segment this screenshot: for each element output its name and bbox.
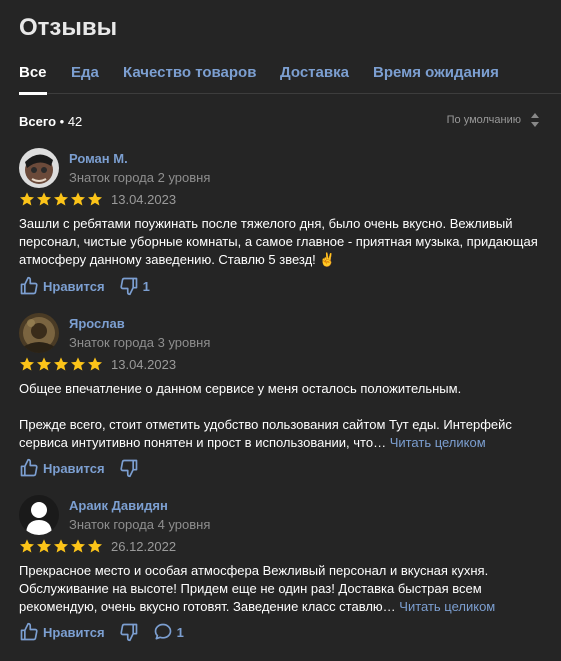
tab-waiting-time[interactable]: Время ожидания <box>373 64 499 94</box>
star-icon <box>54 357 68 371</box>
star-icon <box>71 539 85 553</box>
author-name[interactable]: Ярослав <box>69 316 125 331</box>
thumbs-down-icon <box>119 623 137 642</box>
comment-button[interactable]: 1 <box>153 622 184 642</box>
dislike-button[interactable] <box>119 458 139 478</box>
star-icon <box>37 357 51 371</box>
star-rating <box>19 356 103 372</box>
total-count: 42 <box>67 114 83 129</box>
star-icon <box>88 192 102 206</box>
thumbs-up-icon <box>20 276 38 295</box>
tab-goods-quality[interactable]: Качество товаров <box>123 64 256 94</box>
review-actions: Нравится <box>19 458 153 478</box>
review-text: Общее впечатление о данном сервисе у мен… <box>19 380 541 452</box>
comment-count: 1 <box>176 624 184 640</box>
star-icon <box>54 539 68 553</box>
sort-label: По умолчанию <box>446 114 521 126</box>
star-icon <box>88 357 102 371</box>
review-text: Зашли с ребятами поужинать после тяжелог… <box>19 215 541 269</box>
like-button[interactable]: Нравится <box>19 276 105 296</box>
review-date: 13.04.2023 <box>111 356 177 372</box>
thumbs-up-icon <box>20 622 38 641</box>
reviews-total: Всего • 42 <box>19 114 82 129</box>
author-name[interactable]: Роман М. <box>69 151 128 166</box>
author-name[interactable]: Араик Давидян <box>69 498 168 513</box>
author-level: Знаток города 2 уровня <box>69 170 211 185</box>
star-rating <box>19 538 103 554</box>
avatar[interactable] <box>19 313 59 353</box>
star-icon <box>71 357 85 371</box>
tab-bar: Все Еда Качество товаров Доставка Время … <box>19 64 561 95</box>
star-icon <box>20 357 34 371</box>
sort-dropdown[interactable]: По умолчанию <box>447 113 539 127</box>
rating-row: 13.04.2023 <box>19 356 176 372</box>
star-icon <box>71 192 85 206</box>
dislike-count: 1 <box>142 278 150 294</box>
like-button[interactable]: Нравится <box>19 622 105 642</box>
tab-food[interactable]: Еда <box>71 64 99 94</box>
star-icon <box>54 192 68 206</box>
thumbs-down-icon <box>119 459 137 478</box>
star-icon <box>37 539 51 553</box>
review-actions: Нравится 1 <box>19 276 164 296</box>
page-title: Отзывы <box>19 14 118 41</box>
read-more-link[interactable]: Читать целиком <box>399 599 495 614</box>
author-level: Знаток города 3 уровня <box>69 335 211 350</box>
review-body: Зашли с ребятами поужинать после тяжелог… <box>19 216 538 267</box>
review-card: Араик Давидян Знаток города 4 уровня 26.… <box>19 495 542 655</box>
star-icon <box>20 539 34 553</box>
review-date: 13.04.2023 <box>111 191 177 207</box>
dislike-button[interactable]: 1 <box>119 276 150 296</box>
star-icon <box>37 192 51 206</box>
review-card: Роман М. Знаток города 2 уровня 13.04.20… <box>19 148 542 298</box>
like-label: Нравится <box>43 460 105 476</box>
thumbs-up-icon <box>20 458 38 477</box>
total-separator: • <box>56 114 68 129</box>
read-more-link[interactable]: Читать целиком <box>390 435 486 450</box>
rating-row: 13.04.2023 <box>19 191 176 207</box>
star-icon <box>88 539 102 553</box>
avatar[interactable] <box>19 148 59 188</box>
sort-arrows-icon <box>531 113 539 127</box>
review-date: 26.12.2022 <box>111 538 177 554</box>
rating-row: 26.12.2022 <box>19 538 176 554</box>
tab-delivery[interactable]: Доставка <box>280 64 349 94</box>
like-label: Нравится <box>43 278 105 294</box>
review-text: Прекрасное место и особая атмосфера Вежл… <box>19 562 541 616</box>
star-icon <box>20 192 34 206</box>
comment-icon <box>154 623 171 640</box>
like-label: Нравится <box>43 624 105 640</box>
total-label: Всего <box>19 114 57 129</box>
review-card: Ярослав Знаток города 3 уровня 13.04.202… <box>19 313 542 483</box>
like-button[interactable]: Нравится <box>19 458 105 478</box>
author-level: Знаток города 4 уровня <box>69 517 211 532</box>
thumbs-down-icon <box>119 277 137 296</box>
avatar[interactable] <box>19 495 59 535</box>
review-actions: Нравится 1 <box>19 622 198 642</box>
star-rating <box>19 191 103 207</box>
tab-all[interactable]: Все <box>19 64 47 95</box>
dislike-button[interactable] <box>119 622 139 642</box>
